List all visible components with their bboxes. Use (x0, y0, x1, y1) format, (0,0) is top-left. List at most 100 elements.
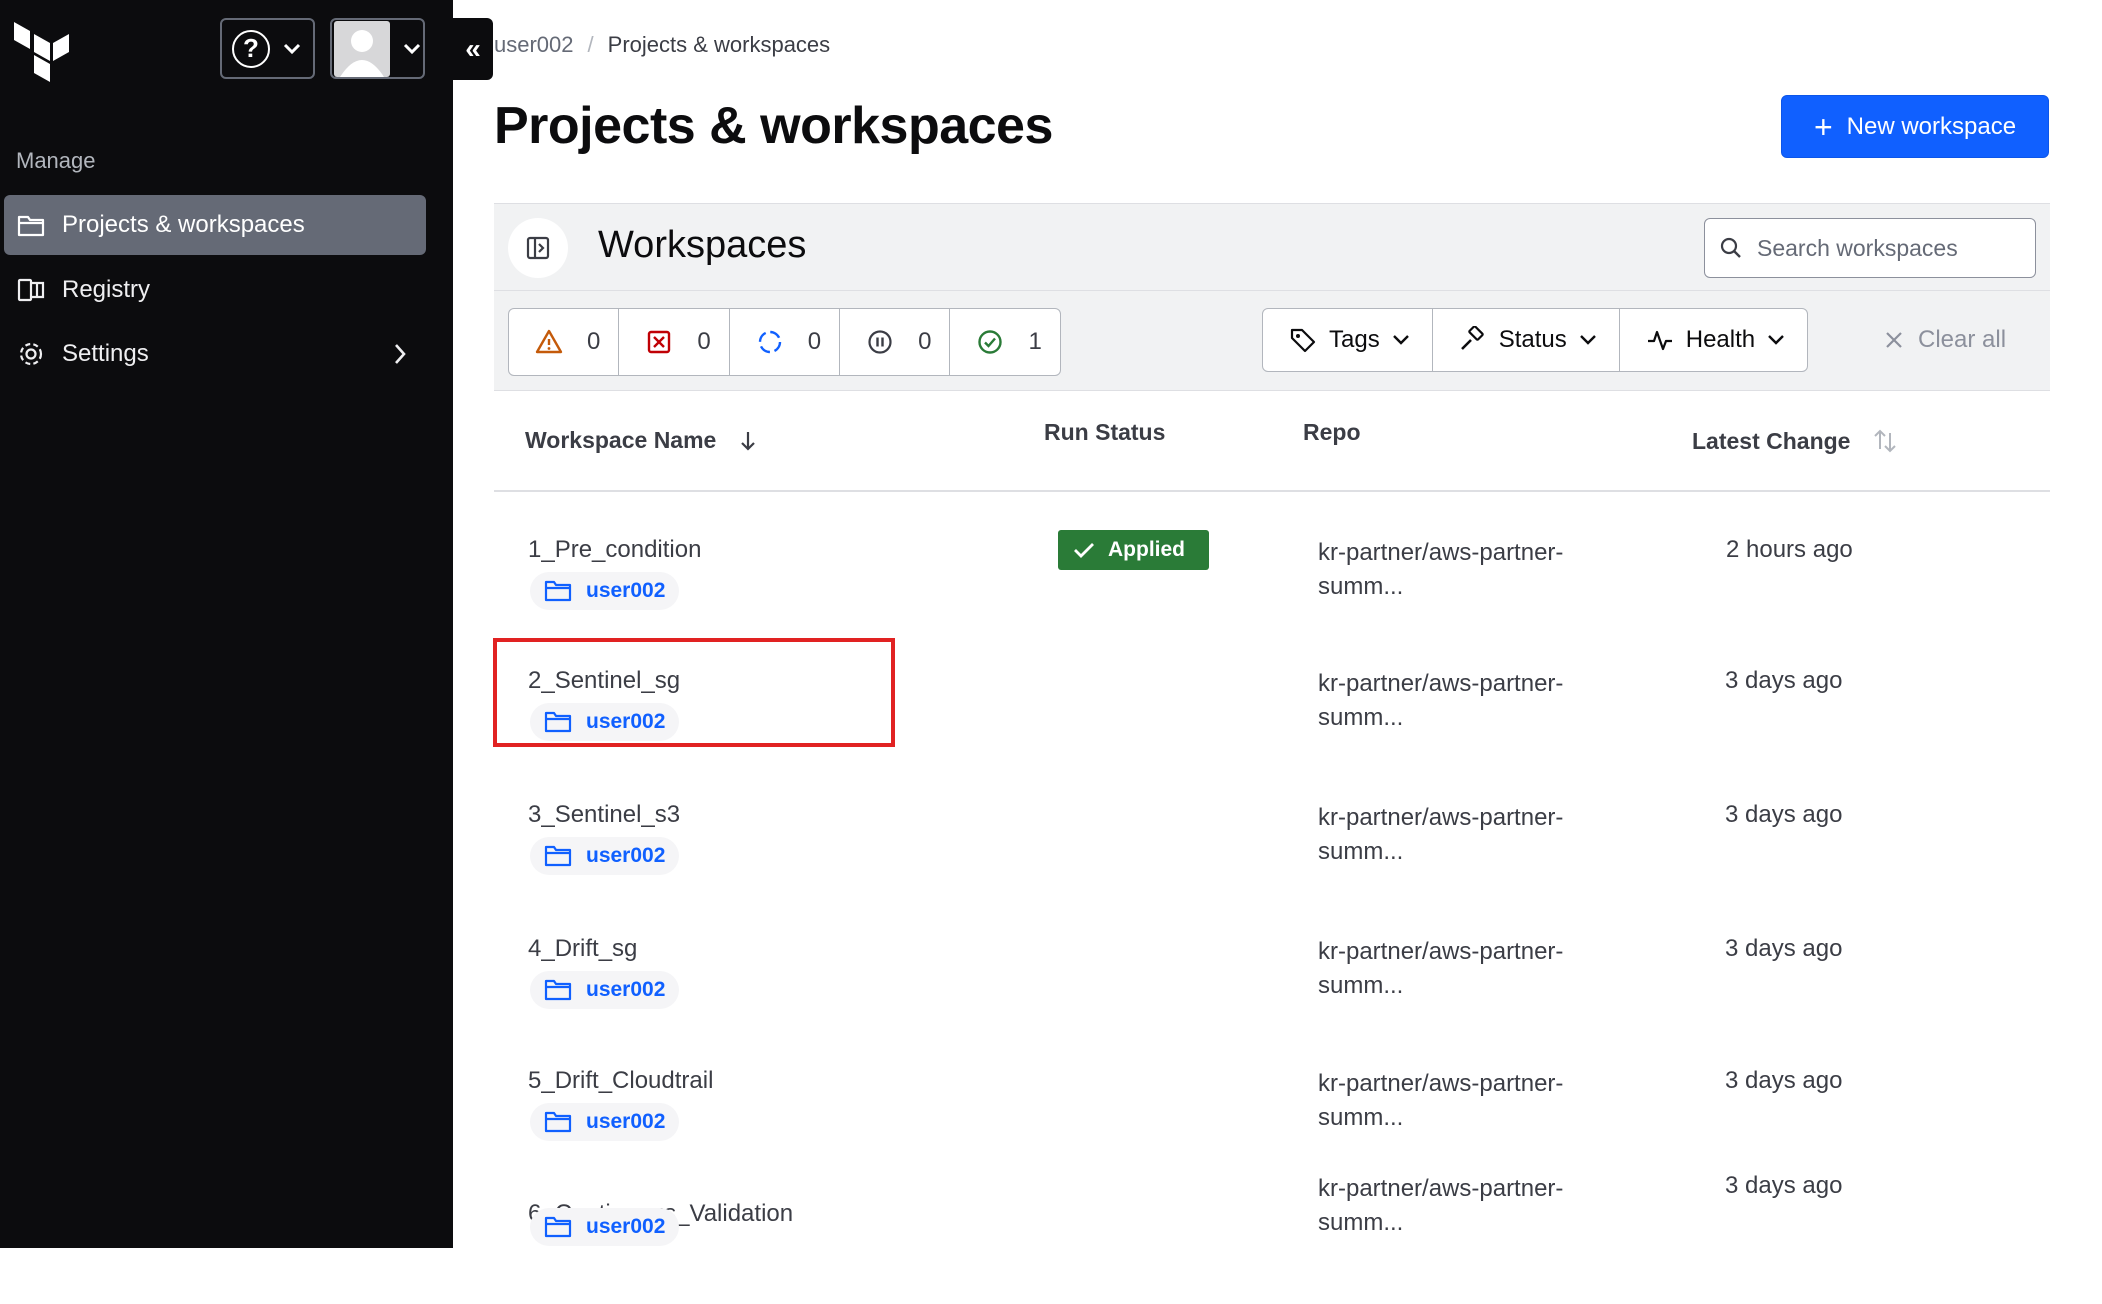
sort-icon (1874, 429, 1897, 453)
folder-icon (544, 1216, 572, 1238)
repo-cell[interactable]: kr-partner/aws-partner- summ... (1318, 1172, 1618, 1240)
repo-line: kr-partner/aws-partner- (1318, 670, 1564, 697)
close-icon (1886, 332, 1902, 348)
panel-toggle-button[interactable] (508, 218, 568, 278)
workspace-name-link[interactable]: 5_Drift_Cloudtrail (528, 1067, 713, 1095)
repo-line: summ... (1318, 1104, 1404, 1131)
repo-line: kr-partner/aws-partner- (1318, 539, 1564, 566)
repo-line: summ... (1318, 838, 1404, 865)
chevron-down-icon (283, 43, 301, 54)
column-header-latest-change[interactable]: Latest Change (1692, 427, 1898, 455)
table-row[interactable]: 6_Continuous_Validation user002 kr-partn… (494, 1172, 2050, 1304)
highlight-annotation-box (493, 638, 895, 747)
clear-all-button[interactable]: Clear all (1884, 326, 2006, 354)
folder-icon (544, 580, 572, 602)
column-header-run-status: Run Status (1044, 419, 1165, 446)
status-count: 0 (697, 328, 711, 355)
project-tag[interactable]: user002 (530, 1103, 680, 1141)
search-workspaces-field[interactable] (1704, 218, 2036, 278)
sidebar-item-label: Registry (62, 276, 151, 303)
status-filter-dropdown[interactable]: Status (1433, 309, 1620, 371)
status-filter-running[interactable]: 0 (730, 309, 841, 375)
workspaces-title: Workspaces (598, 224, 807, 266)
sidebar-section-label: Manage (16, 148, 96, 173)
status-filter-warning[interactable]: 0 (509, 309, 620, 375)
latest-change: 3 days ago (1725, 1172, 1843, 1199)
new-workspace-button[interactable]: + New workspace (1781, 95, 2049, 158)
tags-filter-dropdown[interactable]: Tags (1263, 309, 1433, 371)
sidebar-item-registry[interactable]: Registry (4, 260, 426, 320)
clear-all-label: Clear all (1918, 326, 2007, 353)
status-filter-paused[interactable]: 0 (840, 309, 951, 375)
repo-cell[interactable]: kr-partner/aws-partner- summ... (1318, 667, 1618, 735)
search-icon (1720, 237, 1741, 258)
project-tag[interactable]: user002 (530, 971, 680, 1009)
breadcrumb-org-link[interactable]: user002 (494, 32, 574, 58)
health-filter-label: Health (1685, 326, 1756, 353)
status-filter-success[interactable]: 1 (950, 309, 1059, 375)
latest-change: 3 days ago (1725, 935, 1843, 962)
sidebar: ? Manage Projects & workspaces Registry … (0, 0, 453, 1248)
collapse-sidebar-button[interactable]: « (453, 18, 493, 80)
column-label: Run Status (1044, 419, 1166, 445)
run-status-label: Applied (1108, 538, 1185, 561)
sidebar-panel-icon (526, 236, 550, 260)
table-row[interactable]: 1_Pre_condition user002 Applied kr-partn… (494, 508, 2050, 640)
project-tag[interactable]: user002 (530, 837, 680, 875)
breadcrumb-current: Projects & workspaces (607, 32, 831, 57)
sidebar-item-label: Projects & workspaces (62, 211, 305, 238)
filter-dropdown-group: Tags Status Health (1262, 308, 1809, 372)
tag-icon (1290, 328, 1316, 353)
sidebar-item-label: Settings (62, 340, 149, 367)
project-tag[interactable]: user002 (530, 1208, 680, 1246)
repo-cell[interactable]: kr-partner/aws-partner- summ... (1318, 536, 1618, 604)
status-count-group: 0 0 0 0 1 (508, 308, 1061, 376)
chevron-down-icon (1392, 335, 1409, 345)
repo-line: kr-partner/aws-partner- (1318, 804, 1564, 831)
repo-cell[interactable]: kr-partner/aws-partner- summ... (1318, 1067, 1618, 1135)
project-name: user002 (586, 844, 666, 867)
activity-icon (1647, 330, 1672, 351)
project-name: user002 (586, 978, 666, 1001)
project-tag[interactable]: user002 (530, 572, 680, 610)
health-filter-dropdown[interactable]: Health (1620, 309, 1807, 371)
help-menu-button[interactable]: ? (220, 18, 315, 79)
project-name: user002 (586, 1215, 666, 1238)
chevron-down-icon (403, 43, 421, 54)
table-row[interactable]: 5_Drift_Cloudtrail user002 kr-partner/aw… (494, 1039, 2050, 1171)
page-title: Projects & workspaces (494, 97, 1053, 155)
chevron-down-icon (1579, 335, 1596, 345)
workspaces-header: Workspaces (494, 203, 2050, 291)
sidebar-item-projects-workspaces[interactable]: Projects & workspaces (4, 195, 426, 255)
repo-line: summ... (1318, 573, 1404, 600)
double-chevron-left-icon: « (465, 33, 481, 64)
user-menu-button[interactable] (330, 18, 425, 79)
tags-filter-label: Tags (1329, 326, 1380, 353)
repo-cell[interactable]: kr-partner/aws-partner- summ... (1318, 801, 1618, 869)
sidebar-item-settings[interactable]: Settings (4, 324, 426, 384)
error-icon (648, 330, 671, 354)
workspace-name-link[interactable]: 1_Pre_condition (528, 536, 701, 564)
table-row[interactable]: 4_Drift_sg user002 kr-partner/aws-partne… (494, 907, 2050, 1039)
search-input[interactable] (1757, 234, 2017, 262)
terraform-logo-icon[interactable] (12, 20, 76, 84)
filter-bar: 0 0 0 0 1 Tags Status Health Clear all (494, 291, 2050, 391)
status-count: 0 (918, 328, 932, 355)
column-header-workspace-name[interactable]: Workspace Name (525, 427, 758, 454)
latest-change: 2 hours ago (1726, 536, 1853, 563)
repo-cell[interactable]: kr-partner/aws-partner- summ... (1318, 935, 1618, 1003)
workspace-name-link[interactable]: 3_Sentinel_s3 (528, 801, 680, 829)
plus-icon: + (1813, 108, 1833, 145)
repo-line: kr-partner/aws-partner- (1318, 1070, 1564, 1097)
latest-change: 3 days ago (1725, 801, 1843, 828)
folder-icon (544, 979, 572, 1001)
status-count: 0 (807, 328, 822, 355)
status-filter-errored[interactable]: 0 (619, 309, 730, 375)
status-count: 1 (1028, 328, 1042, 355)
repo-line: kr-partner/aws-partner- (1318, 938, 1564, 965)
workspace-name-link[interactable]: 4_Drift_sg (528, 935, 637, 963)
folder-icon (544, 1111, 572, 1133)
run-status-badge: Applied (1058, 530, 1209, 570)
project-name: user002 (586, 579, 666, 602)
table-row[interactable]: 3_Sentinel_s3 user002 kr-partner/aws-par… (494, 773, 2050, 905)
